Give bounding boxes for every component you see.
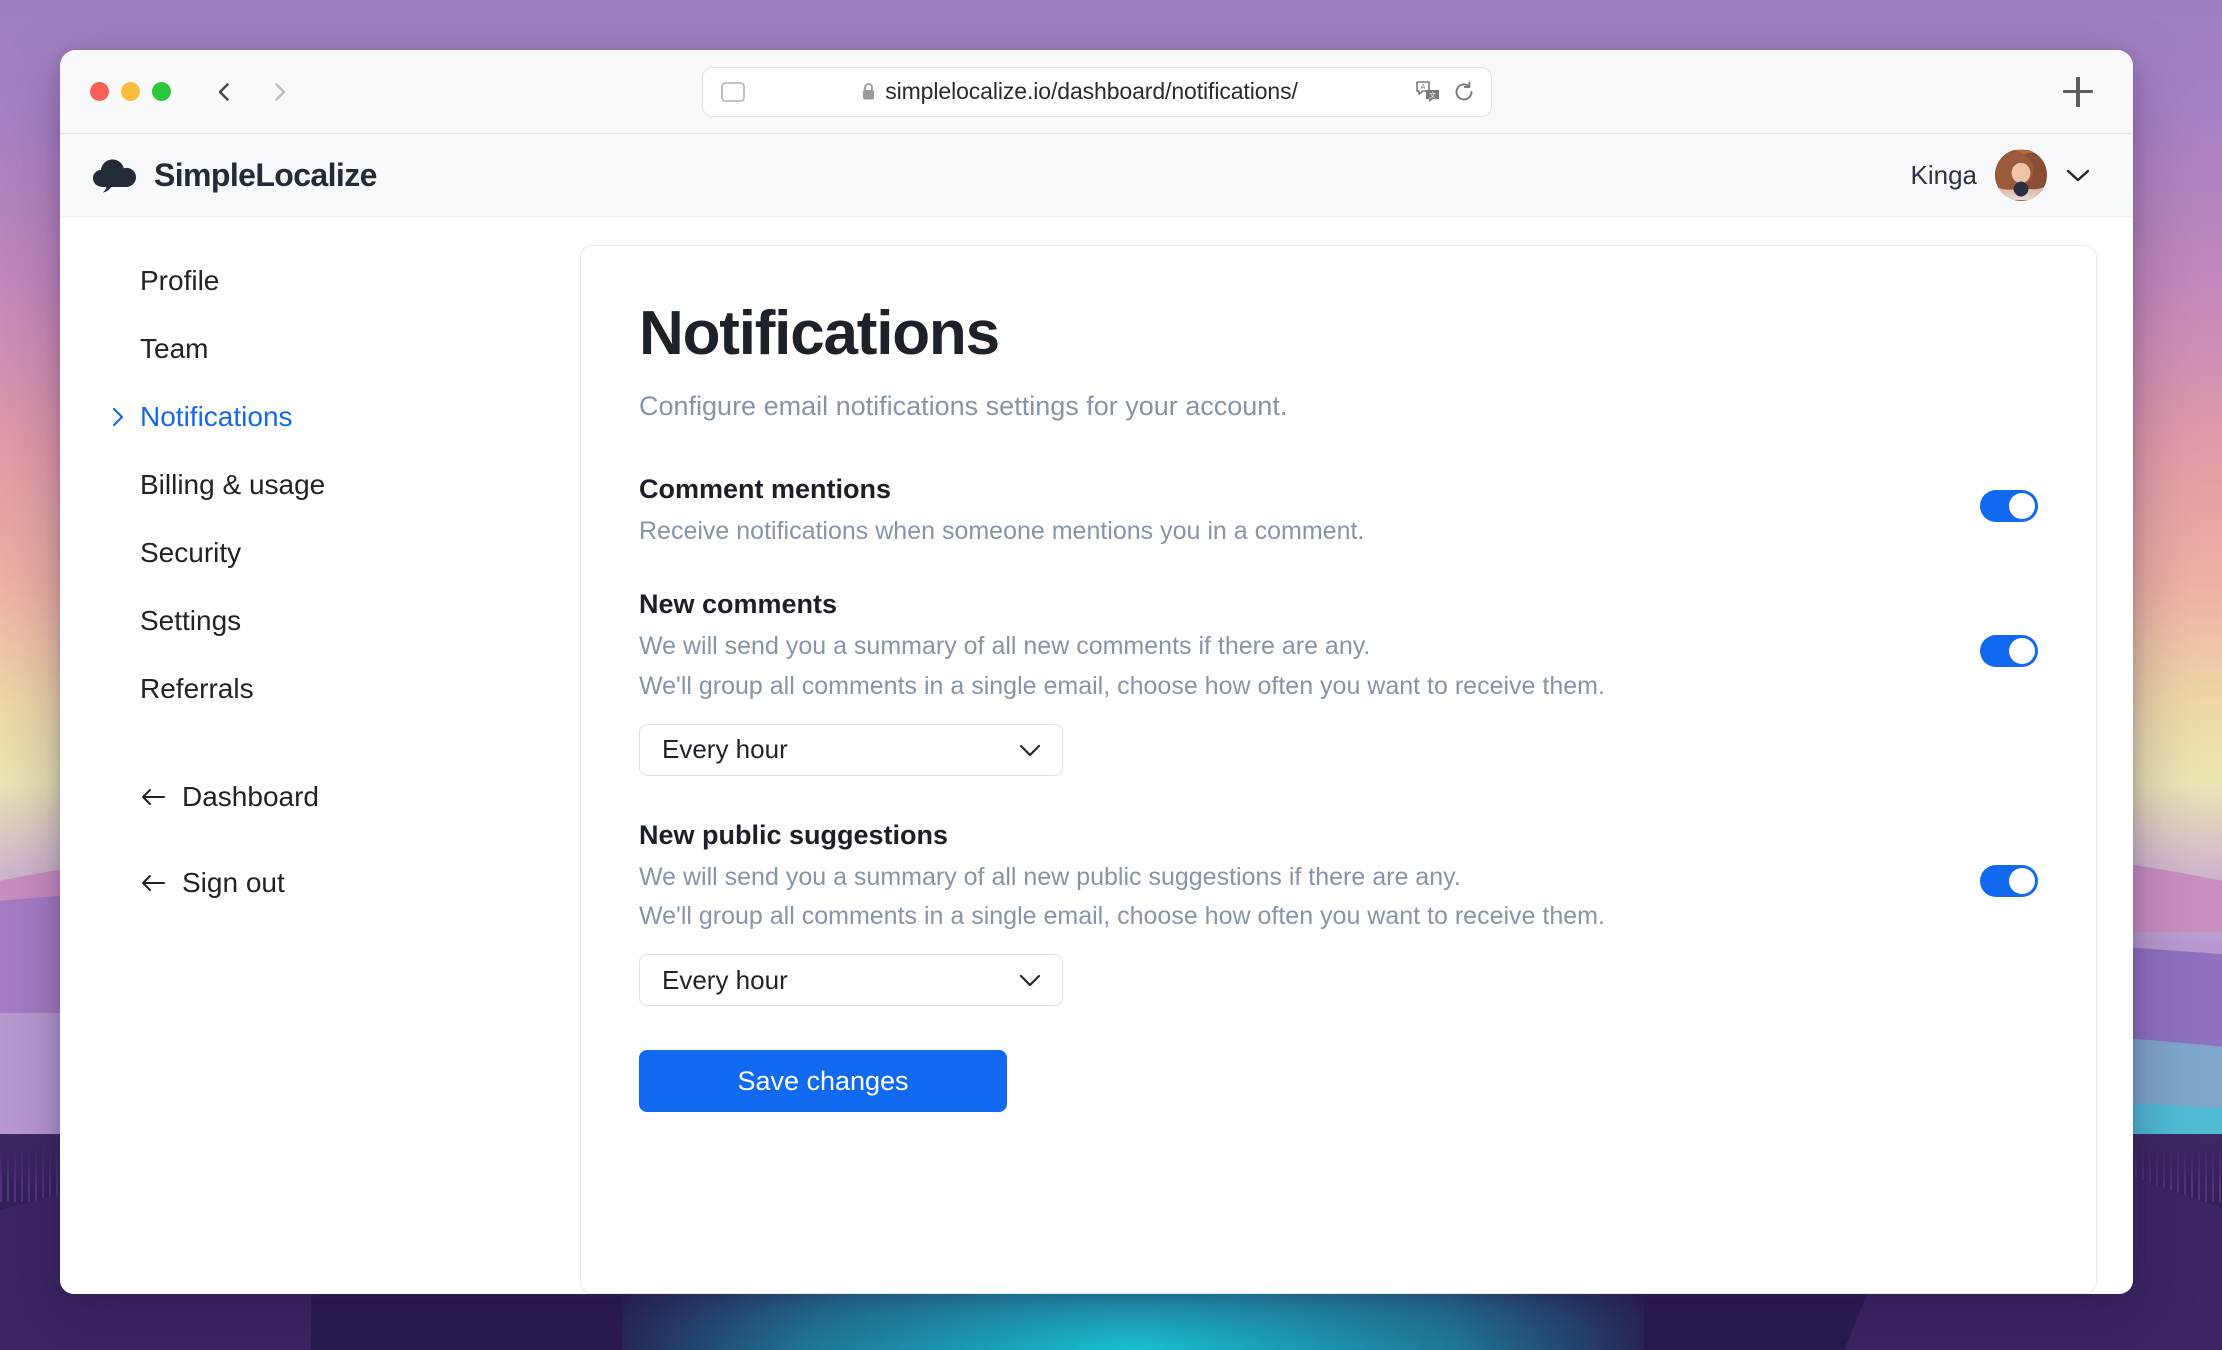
sidebar-item-billing[interactable]: Billing & usage: [140, 457, 580, 513]
setting-title: Comment mentions: [639, 474, 892, 504]
sidebar-item-team[interactable]: Team: [140, 321, 580, 377]
setting-description: We will send you a summary of all new co…: [639, 632, 1371, 661]
setting-description: We'll group all comments in a single ema…: [639, 902, 1605, 930]
minimize-window-button[interactable]: [121, 82, 140, 101]
sidebar-link-dashboard[interactable]: Dashboard: [140, 767, 580, 827]
settings-sidebar: Profile Team Notifications Billing & usa…: [60, 245, 580, 1294]
url-text: simplelocalize.io/dashboard/notification…: [885, 78, 1298, 104]
chevron-down-icon[interactable]: [1018, 972, 1042, 988]
setting-description: We'll group all comments in a single ema…: [639, 671, 1605, 700]
desktop-wallpaper: ~ ~: [0, 0, 2222, 1350]
setting-new-comments: New comments We will send you a summary …: [639, 589, 2038, 776]
toggle-new-public-suggestions[interactable]: [1980, 864, 2038, 897]
new-tab-button[interactable]: [2063, 76, 2093, 107]
browser-window: simplelocalize.io/dashboard/notification…: [60, 50, 2133, 1294]
page-subtitle: Configure email notifications settings f…: [639, 391, 1288, 421]
close-window-button[interactable]: [90, 82, 109, 101]
page-title: Notifications: [639, 299, 1000, 368]
setting-title: New comments: [639, 589, 838, 620]
sidebar-item-label: Referrals: [140, 673, 254, 704]
setting-comment-mentions: Comment mentions Receive notifications w…: [639, 474, 2038, 545]
brand-logo[interactable]: SimpleLocalize: [92, 157, 377, 194]
sidebar-item-label: Profile: [140, 265, 220, 296]
sidebar-link-label: Dashboard: [182, 781, 319, 812]
maximize-window-button[interactable]: [152, 82, 171, 101]
lock-icon: [863, 83, 875, 100]
sidebar-divider-space: [140, 729, 580, 767]
chevron-down-icon[interactable]: [2065, 167, 2091, 183]
select-value: Every hour: [662, 964, 788, 995]
address-bar[interactable]: simplelocalize.io/dashboard/notification…: [701, 66, 1492, 117]
app-body: Profile Team Notifications Billing & usa…: [60, 217, 2133, 1294]
notifications-card: Notifications Configure email notificati…: [580, 245, 2097, 1294]
frequency-select-public-suggestions[interactable]: Every hour: [639, 954, 1063, 1007]
cloud-logo-icon: [93, 159, 136, 193]
app-header: SimpleLocalize Kinga: [60, 134, 2133, 217]
sidebar-item-label: Team: [140, 333, 209, 364]
setting-title: New public suggestions: [639, 819, 949, 850]
translate-icon[interactable]: A 文: [1415, 80, 1441, 104]
brand-name: SimpleLocalize: [154, 156, 377, 193]
sidebar-item-security[interactable]: Security: [140, 525, 580, 581]
browser-toolbar: simplelocalize.io/dashboard/notification…: [60, 50, 2133, 134]
svg-text:A: A: [1420, 84, 1425, 91]
select-value: Every hour: [662, 734, 788, 765]
arrow-left-icon: [142, 875, 165, 891]
sidebar-item-settings[interactable]: Settings: [140, 593, 580, 649]
toggle-new-comments[interactable]: [1980, 635, 2038, 668]
sidebar-item-label: Security: [140, 537, 242, 568]
chevron-right-icon: [112, 407, 124, 427]
window-controls: [90, 82, 171, 101]
svg-text:文: 文: [1429, 90, 1436, 99]
setting-new-public-suggestions: New public suggestions We will send you …: [639, 820, 2038, 1007]
sidebar-item-referrals[interactable]: Referrals: [140, 661, 580, 717]
sidebar-item-profile[interactable]: Profile: [140, 253, 580, 309]
sidebar-link-sign-out[interactable]: Sign out: [140, 853, 580, 913]
reload-icon[interactable]: [1453, 80, 1475, 103]
chevron-down-icon[interactable]: [1018, 742, 1042, 758]
toggle-comment-mentions[interactable]: [1980, 490, 2038, 522]
arrow-left-icon: [142, 789, 165, 805]
sidebar-item-label: Settings: [140, 605, 242, 636]
navigation-buttons: [213, 81, 291, 103]
sidebar-item-notifications[interactable]: Notifications: [112, 389, 580, 445]
avatar[interactable]: [1995, 149, 2047, 201]
back-chevron-icon[interactable]: [213, 81, 235, 103]
sidebar-item-label: Billing & usage: [140, 469, 326, 500]
frequency-select-new-comments[interactable]: Every hour: [639, 723, 1063, 776]
forward-chevron-icon[interactable]: [269, 81, 291, 103]
setting-description: We will send you a summary of all new pu…: [639, 862, 1461, 891]
user-name: Kinga: [1910, 159, 1978, 190]
user-menu[interactable]: Kinga: [1911, 149, 2092, 201]
save-changes-button[interactable]: Save changes: [639, 1050, 1007, 1113]
sidebar-item-label: Notifications: [140, 401, 293, 432]
sidebar-link-label: Sign out: [182, 867, 285, 898]
sidebar-toggle-icon[interactable]: [720, 81, 745, 102]
setting-description: Receive notifications when someone menti…: [639, 517, 1365, 545]
